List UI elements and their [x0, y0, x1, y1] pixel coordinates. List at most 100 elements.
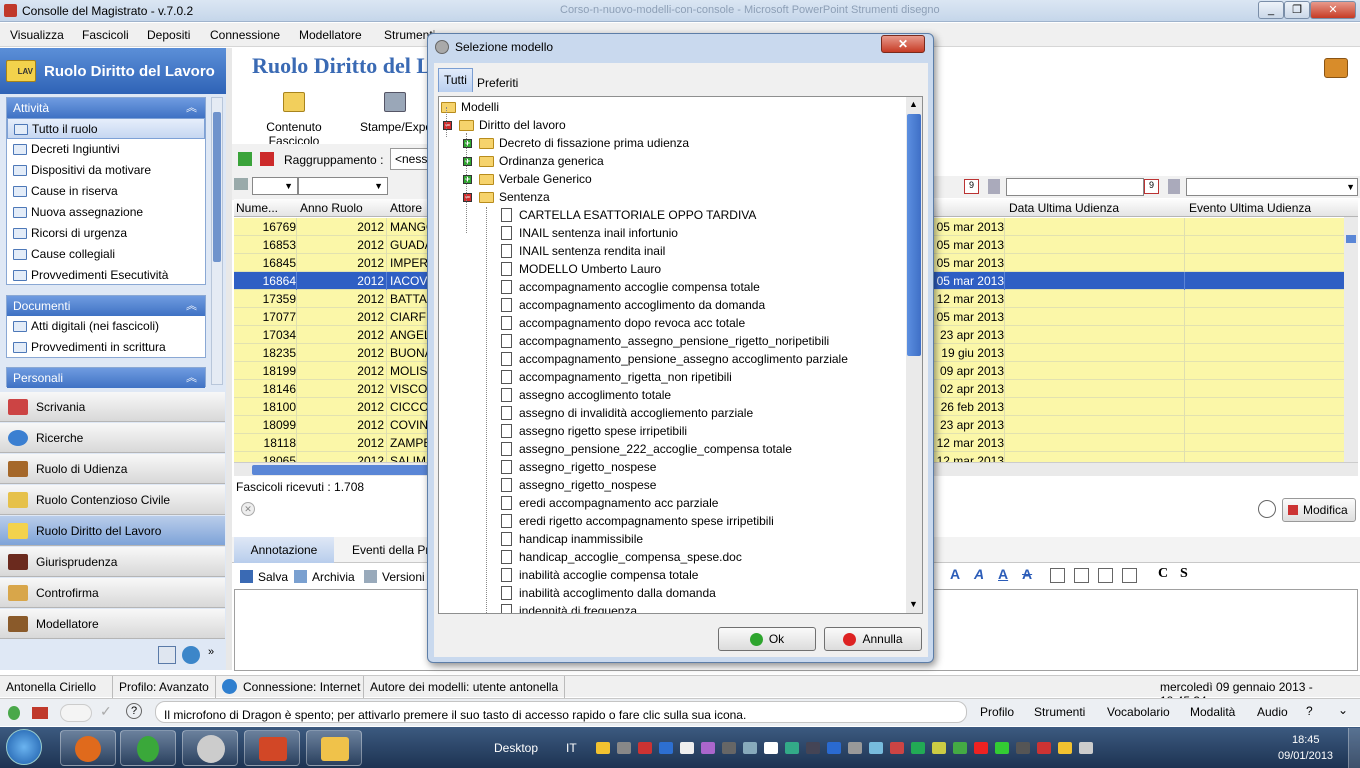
tree-node-folder[interactable]: + Verbale Generico [461, 170, 861, 188]
collapse-groups-icon[interactable] [260, 152, 274, 166]
tray-icon[interactable] [911, 742, 925, 754]
mic-toggle-icon[interactable] [60, 704, 92, 722]
tray-icon[interactable] [932, 742, 946, 754]
tray-icon[interactable] [701, 742, 715, 754]
filter-data-udienza[interactable] [1006, 178, 1144, 196]
sidebar-item-provvedimenti-esecutivita[interactable]: Provvedimenti Esecutività [7, 265, 205, 286]
font-underline-icon[interactable]: A [998, 566, 1008, 582]
dragon-help-icon[interactable]: ? [1306, 704, 1313, 718]
taskbar-consolle[interactable] [182, 730, 238, 766]
nav-ruolo-lavoro[interactable]: Ruolo Diritto del Lavoro [0, 516, 225, 546]
grouping-select[interactable]: <nessuno> [390, 148, 430, 170]
tree-node-document[interactable]: inabilità accoglimento dalla domanda [501, 584, 921, 602]
tray-icon[interactable] [1037, 742, 1051, 754]
sidebar-item-decreti-ingiuntivi[interactable]: Decreti Ingiuntivi [7, 139, 205, 160]
align-left-icon[interactable] [1050, 568, 1065, 583]
align-center-icon[interactable] [1074, 568, 1089, 583]
col-attore[interactable]: Attore [390, 201, 422, 215]
tree-node-folder[interactable]: + Ordinanza generica [461, 152, 861, 170]
menu-fascicoli[interactable]: Fascicoli [82, 28, 129, 42]
dragon-menu-vocabolario[interactable]: Vocabolario [1107, 705, 1170, 719]
scroll-down-icon[interactable]: ▼ [909, 599, 918, 609]
nav-ruolo-udienza[interactable]: Ruolo di Udienza [0, 454, 225, 484]
taskbar-language[interactable]: IT [566, 741, 577, 755]
calendar-icon[interactable]: 9 [964, 179, 979, 194]
tree-node-document[interactable]: handicap inammissibile [501, 530, 921, 548]
save-icon[interactable] [240, 570, 253, 583]
panel-attivita-header[interactable]: Attività ︽ [7, 98, 205, 118]
font-style-icon[interactable]: A [950, 566, 960, 582]
nav-giurisprudenza[interactable]: Giurisprudenza [0, 547, 225, 577]
archive-button[interactable]: Archivia [312, 570, 355, 584]
tray-icon[interactable] [953, 742, 967, 754]
minimize-button[interactable]: _ [1258, 1, 1284, 19]
caps-c-icon[interactable]: C [1158, 566, 1168, 582]
versions-button[interactable]: Versioni [382, 570, 425, 584]
trash-icon[interactable] [988, 179, 1000, 194]
filter-icon[interactable] [234, 178, 248, 190]
tray-icon[interactable] [659, 742, 673, 754]
tree-node-document[interactable]: INAIL sentenza rendita inail [501, 242, 921, 260]
tree-node-folder[interactable]: + Decreto di fissazione prima udienza [461, 134, 861, 152]
start-button[interactable] [6, 729, 42, 765]
trash-icon[interactable] [1168, 179, 1180, 194]
tree-node-document[interactable]: accompagnamento_pensione_assegno accogli… [501, 350, 921, 368]
checkmark-icon[interactable]: ✓ [100, 703, 112, 720]
tray-icon[interactable] [1058, 742, 1072, 754]
tree-node-document[interactable]: CARTELLA ESATTORIALE OPPO TARDIVA [501, 206, 921, 224]
menu-visualizza[interactable]: Visualizza [10, 28, 64, 42]
col-data-udienza[interactable]: Data Ultima Udienza [1009, 201, 1119, 215]
tab-tutti[interactable]: Tutti [438, 68, 473, 92]
nav-ricerche[interactable]: Ricerche [0, 423, 225, 453]
nav-scrivania[interactable]: Scrivania [0, 392, 225, 422]
tray-icon[interactable] [743, 742, 757, 754]
sidebar-item-ricorsi-di-urgenza[interactable]: Ricorsi di urgenza [7, 223, 205, 244]
tree-node-document[interactable]: INAIL sentenza inail infortunio [501, 224, 921, 242]
tab-eventi[interactable]: Eventi della Pr [342, 537, 428, 563]
grid-hscroll-thumb[interactable] [252, 465, 432, 475]
taskbar-firefox[interactable] [60, 730, 116, 766]
modifica-button[interactable]: Modifica [1282, 498, 1356, 522]
globe-icon[interactable] [182, 646, 200, 664]
sidebar-item-cause-in-riserva[interactable]: Cause in riserva [7, 181, 205, 202]
panel-documenti-header[interactable]: Documenti ︽ [7, 296, 205, 316]
sidebar-scroll-thumb[interactable] [213, 112, 221, 262]
expand-node-icon[interactable]: + [463, 157, 472, 166]
collapse-icon[interactable]: ︽ [186, 368, 197, 388]
dragon-menu-strumenti[interactable]: Strumenti [1034, 705, 1085, 719]
menu-connessione[interactable]: Connessione [210, 28, 280, 42]
help-icon[interactable]: ? [126, 703, 142, 719]
tray-icon[interactable] [995, 742, 1009, 754]
tray-icon[interactable] [974, 742, 988, 754]
col-num[interactable]: Nume... [236, 201, 278, 215]
archive-icon[interactable] [294, 570, 307, 583]
align-right-icon[interactable] [1098, 568, 1113, 583]
tray-icon[interactable] [827, 742, 841, 754]
taskbar-time[interactable]: 18:45 [1292, 734, 1320, 746]
versions-icon[interactable] [364, 570, 377, 583]
mic-level-icon[interactable] [32, 707, 48, 719]
expand-node-icon[interactable]: + [463, 175, 472, 184]
panel-personali-header[interactable]: Personali ︽ [7, 368, 205, 388]
tree-node-document[interactable]: assegno di invalidità accogliemento parz… [501, 404, 921, 422]
taskbar-desktop[interactable]: Desktop [494, 741, 538, 755]
dragon-menu-profilo[interactable]: Profilo [980, 705, 1014, 719]
tree-node-document[interactable]: assegno_rigetto_nospese [501, 458, 921, 476]
scroll-up-icon[interactable]: ▲ [909, 99, 918, 109]
collapse-icon[interactable]: ︽ [186, 98, 197, 118]
tray-icon[interactable] [890, 742, 904, 754]
tree-node-document[interactable]: assegno accoglimento totale [501, 386, 921, 404]
contenuto-fascicolo-button[interactable]: Contenuto Fascicolo [242, 92, 346, 148]
tree-node-document[interactable]: accompagnamento accoglimento da domanda [501, 296, 921, 314]
calendar-icon[interactable]: 9 [1144, 179, 1159, 194]
col-evento[interactable]: Evento Ultima Udienza [1189, 201, 1311, 215]
col-anno[interactable]: Anno Ruolo [300, 201, 363, 215]
tree-node-folder[interactable]: − Sentenza [461, 188, 861, 206]
expand-groups-icon[interactable] [238, 152, 252, 166]
tree-node-document[interactable]: eredi rigetto accompagnamento spese irri… [501, 512, 921, 530]
ok-button[interactable]: Ok [718, 627, 816, 651]
filter-anno[interactable]: ▼ [298, 177, 388, 195]
taskbar-app[interactable] [306, 730, 362, 766]
save-button[interactable]: Salva [258, 570, 288, 584]
tray-icon[interactable] [596, 742, 610, 754]
